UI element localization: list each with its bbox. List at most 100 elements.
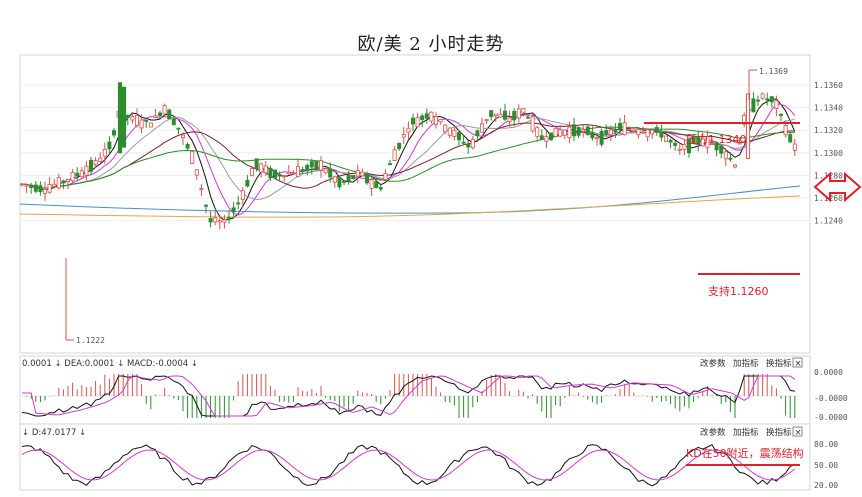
macd-button-edit-params[interactable]: 改参数 bbox=[700, 358, 726, 369]
candle-body bbox=[360, 171, 365, 177]
candle-body bbox=[512, 110, 517, 121]
candle-body bbox=[599, 130, 604, 145]
candle-body bbox=[461, 141, 466, 144]
candle-body bbox=[61, 180, 66, 184]
kd-d-line bbox=[21, 449, 796, 481]
macd-tick-2: -0.0000 bbox=[814, 413, 848, 422]
candle-body bbox=[410, 117, 415, 125]
candle-body bbox=[282, 175, 287, 177]
kd-series bbox=[21, 444, 796, 487]
candle-body bbox=[618, 122, 623, 130]
macd-button-add-indicator[interactable]: 加指标 bbox=[733, 358, 759, 369]
candle-body bbox=[89, 159, 94, 172]
candle-body bbox=[249, 168, 254, 176]
candle-body bbox=[52, 183, 57, 187]
candle-body bbox=[769, 96, 774, 103]
candle-body bbox=[222, 219, 227, 223]
kd-button-switch-indicator[interactable]: 换指标 bbox=[766, 427, 792, 438]
candle-body bbox=[415, 117, 420, 128]
candle-body bbox=[378, 187, 383, 190]
candle-body bbox=[475, 130, 480, 136]
candle-body bbox=[351, 175, 356, 180]
candle-body bbox=[452, 129, 457, 137]
candle-body bbox=[438, 119, 443, 123]
candle-body bbox=[107, 141, 112, 150]
candle-body bbox=[157, 112, 162, 117]
y-tick-label: 1.1300 bbox=[814, 149, 843, 158]
candle-body bbox=[645, 129, 650, 138]
candle-body bbox=[33, 184, 38, 192]
candle-body bbox=[733, 164, 738, 168]
candle-body bbox=[93, 160, 98, 165]
candle-body bbox=[664, 135, 669, 142]
candlesticks bbox=[19, 82, 797, 230]
candle-body bbox=[153, 115, 158, 118]
candle-body bbox=[650, 129, 655, 135]
candle-body bbox=[318, 160, 323, 171]
candle-body bbox=[98, 157, 103, 162]
candle-body bbox=[130, 116, 135, 121]
kd-button-edit-params[interactable]: 改参数 bbox=[700, 427, 726, 438]
candle-body bbox=[489, 110, 494, 118]
candle-body bbox=[779, 114, 784, 116]
macd-tick-0: 0.0000 bbox=[814, 368, 843, 377]
kd-header: ↓ D:47.0177 ↓ bbox=[22, 428, 86, 438]
candle-body bbox=[291, 172, 296, 175]
candle-body bbox=[484, 119, 489, 122]
candle-body bbox=[79, 170, 84, 178]
macd-header: 0.0001 ↓ DEA:0.0001 ↓ MACD:-0.0004 ↓ bbox=[22, 359, 198, 369]
candle-body bbox=[134, 115, 139, 126]
candle-body bbox=[668, 139, 673, 143]
kd-button-add-indicator[interactable]: 加指标 bbox=[733, 427, 759, 438]
candle-body bbox=[581, 129, 586, 132]
price-grid bbox=[20, 84, 810, 222]
candle-body bbox=[254, 158, 259, 170]
candle-body bbox=[231, 207, 236, 213]
macd-button-switch-indicator[interactable]: 换指标 bbox=[766, 358, 792, 369]
candle-body-tall bbox=[745, 93, 751, 159]
candle-body bbox=[604, 130, 609, 135]
candle-body bbox=[539, 135, 544, 140]
candle-body bbox=[328, 168, 333, 178]
candle-body bbox=[323, 168, 328, 174]
low-label: 1.1222 bbox=[76, 336, 105, 345]
candle-body bbox=[332, 176, 337, 183]
candle-body bbox=[387, 163, 392, 166]
y-tick-label: 1.1360 bbox=[814, 81, 843, 90]
candle-body bbox=[521, 108, 526, 114]
candle-body bbox=[185, 144, 190, 149]
candle-body bbox=[272, 169, 277, 179]
candle-body bbox=[337, 177, 342, 188]
macd-close-icon: × bbox=[795, 359, 802, 369]
candle-body bbox=[392, 149, 397, 161]
macd-series bbox=[20, 374, 800, 418]
candle-body bbox=[544, 136, 549, 142]
candle-body bbox=[608, 129, 613, 136]
candle-body bbox=[590, 132, 595, 139]
candle-body bbox=[792, 143, 797, 151]
candle-body bbox=[226, 217, 231, 220]
kd-tick-50: 50.00 bbox=[814, 461, 838, 470]
candle-body bbox=[677, 148, 682, 151]
candle-body bbox=[268, 167, 273, 179]
candle-body bbox=[558, 129, 563, 137]
candle-body bbox=[498, 113, 503, 118]
candle-body bbox=[627, 128, 632, 131]
candle-body bbox=[144, 119, 149, 122]
candle-body bbox=[29, 184, 34, 188]
y-tick-label: 1.1340 bbox=[814, 104, 843, 113]
candle-body bbox=[208, 218, 213, 223]
candle-body bbox=[56, 176, 61, 189]
candle-body bbox=[406, 127, 411, 133]
candle-body bbox=[300, 169, 305, 173]
candle-body bbox=[433, 115, 438, 125]
candle-body bbox=[217, 220, 222, 223]
candle-body bbox=[765, 98, 770, 101]
candle-body bbox=[723, 151, 728, 160]
candle-body bbox=[654, 127, 659, 133]
candle-body bbox=[162, 105, 167, 115]
candle-body bbox=[70, 172, 75, 182]
candle-body bbox=[443, 124, 448, 133]
candle-body bbox=[530, 116, 535, 132]
candle-body bbox=[631, 129, 636, 132]
